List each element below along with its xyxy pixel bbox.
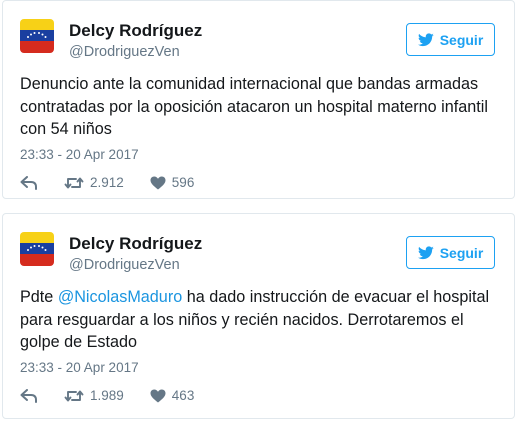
tweet-timestamp[interactable]: 23:33 - 20 Apr 2017 — [20, 360, 139, 375]
reply-icon — [20, 388, 37, 403]
heart-icon — [150, 389, 166, 402]
tweet-actions: 2.912 596 — [20, 175, 194, 190]
heart-icon — [150, 176, 166, 189]
follow-button[interactable]: Seguir — [406, 23, 495, 56]
retweet-icon — [64, 390, 84, 401]
like-button[interactable]: 596 — [150, 175, 195, 190]
reply-button[interactable] — [20, 175, 38, 190]
mention-link[interactable]: @NicolasMaduro — [58, 288, 182, 306]
retweet-count: 1.989 — [90, 388, 124, 403]
author-name[interactable]: Delcy Rodríguez — [69, 21, 202, 41]
retweet-button[interactable]: 1.989 — [64, 388, 124, 403]
follow-button[interactable]: Seguir — [406, 236, 495, 269]
venezuela-flag-avatar — [20, 19, 54, 53]
twitter-bird-icon — [417, 32, 434, 46]
like-button[interactable]: 463 — [150, 388, 195, 403]
author-name[interactable]: Delcy Rodríguez — [69, 234, 202, 254]
follow-label: Seguir — [439, 244, 484, 261]
author-handle[interactable]: @DrodriguezVen — [69, 44, 180, 60]
tweet-text-body: Denuncio ante la comunidad internacional… — [20, 75, 488, 138]
avatar[interactable] — [20, 232, 54, 266]
retweet-button[interactable]: 2.912 — [64, 175, 124, 190]
tweet-actions: 1.989 463 — [20, 388, 194, 403]
tweet-card: Delcy Rodríguez @DrodriguezVen Seguir De… — [2, 0, 515, 199]
tweet-card: Delcy Rodríguez @DrodriguezVen Seguir Pd… — [2, 213, 515, 419]
twitter-bird-icon — [417, 245, 434, 259]
reply-button[interactable] — [20, 388, 38, 403]
retweet-count: 2.912 — [90, 175, 124, 190]
venezuela-flag-avatar — [20, 232, 54, 266]
retweet-icon — [64, 177, 84, 188]
tweet-text: Denuncio ante la comunidad internacional… — [20, 73, 500, 141]
author-handle[interactable]: @DrodriguezVen — [69, 257, 180, 273]
like-count: 463 — [171, 388, 195, 403]
tweet-text: Pdte @NicolasMaduro ha dado instrucción … — [20, 286, 500, 354]
tweet-timestamp[interactable]: 23:33 - 20 Apr 2017 — [20, 147, 139, 162]
tweet-text-body: Pdte — [20, 288, 58, 306]
reply-icon — [20, 175, 37, 190]
like-count: 596 — [171, 175, 195, 190]
avatar[interactable] — [20, 19, 54, 53]
follow-label: Seguir — [439, 31, 484, 48]
